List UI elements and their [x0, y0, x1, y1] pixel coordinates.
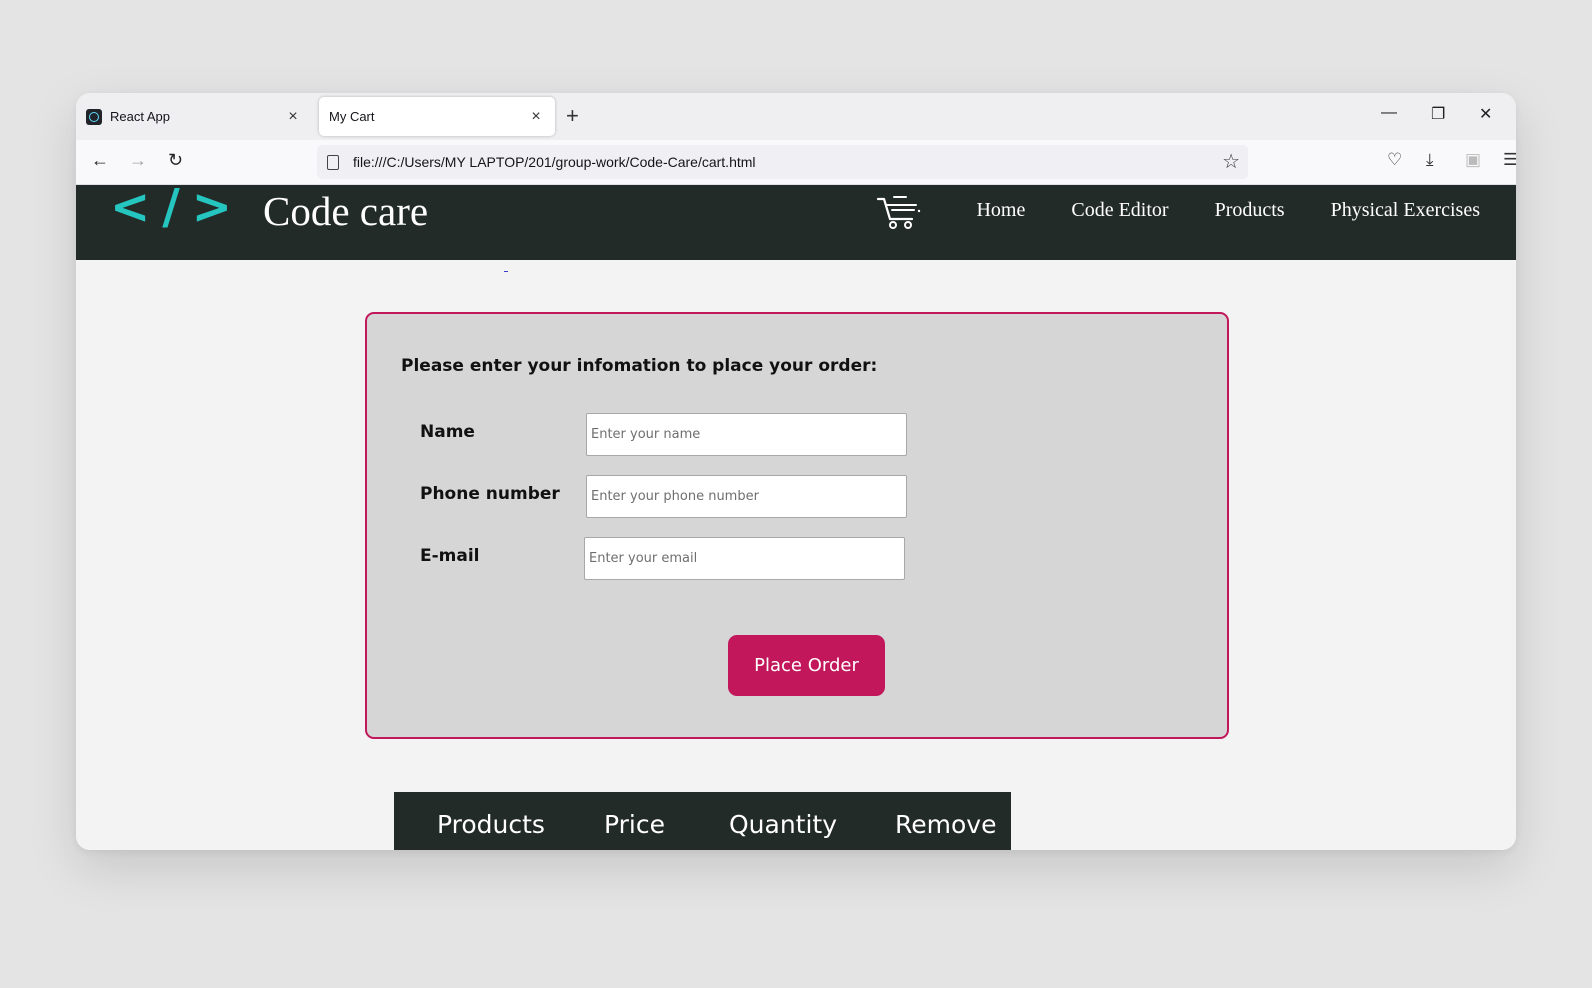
nav-link-home[interactable]: Home — [976, 199, 1025, 222]
new-tab-icon[interactable]: + — [566, 103, 579, 129]
restore-icon[interactable]: ❐ — [1431, 104, 1445, 124]
name-input[interactable] — [586, 413, 907, 456]
column-header-products: Products — [437, 810, 545, 839]
logo-code-icon[interactable]: </> — [110, 185, 244, 235]
minimize-icon[interactable]: — — [1381, 104, 1397, 122]
nav-link-products[interactable]: Products — [1215, 199, 1285, 222]
tab-close-icon[interactable]: × — [527, 108, 545, 126]
reload-icon[interactable]: ↻ — [168, 150, 183, 171]
nav-link-physical-exercises[interactable]: Physical Exercises — [1331, 199, 1480, 222]
name-label: Name — [420, 422, 475, 442]
url-bar[interactable]: file:///C:/Users/MY LAPTOP/201/group-wor… — [317, 145, 1248, 179]
column-header-quantity: Quantity — [729, 810, 838, 839]
page-content: </> Code care Home Code Editor Products … — [76, 185, 1516, 850]
order-form: Please enter your infomation to place yo… — [365, 312, 1229, 739]
divider — [504, 271, 508, 272]
menu-icon[interactable]: ☰ — [1503, 150, 1516, 170]
navigation-bar: ← → ↻ file:///C:/Users/MY LAPTOP/201/gro… — [76, 140, 1516, 185]
page-icon — [327, 154, 339, 170]
cart-table-header: Products Price Quantity Remove — [394, 792, 1011, 850]
cart-icon[interactable] — [876, 195, 922, 231]
react-favicon-icon — [86, 108, 102, 125]
phone-label: Phone number — [420, 484, 560, 504]
bookmark-star-icon[interactable]: ☆ — [1222, 149, 1240, 174]
tab-label: My Cart — [329, 109, 375, 124]
tab-react-app[interactable]: React App × — [76, 97, 312, 136]
download-icon[interactable]: ⤓ — [1426, 150, 1434, 170]
nav-link-code-editor[interactable]: Code Editor — [1071, 199, 1168, 222]
browser-window: React App × My Cart × + — ❐ ✕ ← → ↻ file… — [76, 93, 1516, 850]
tab-my-cart[interactable]: My Cart × — [319, 97, 555, 136]
extension-icon[interactable]: ▣ — [1465, 150, 1481, 170]
order-form-heading: Please enter your infomation to place yo… — [401, 356, 878, 376]
place-order-button[interactable]: Place Order — [728, 635, 885, 696]
close-window-icon[interactable]: ✕ — [1479, 104, 1492, 124]
site-header: </> Code care Home Code Editor Products … — [76, 185, 1516, 260]
forward-arrow-icon[interactable]: → — [129, 150, 147, 171]
column-header-remove: Remove — [895, 810, 997, 839]
email-label: E-mail — [420, 546, 480, 566]
phone-input[interactable] — [586, 475, 907, 518]
column-header-price: Price — [604, 810, 665, 839]
pocket-icon[interactable]: ♡ — [1387, 150, 1402, 170]
site-nav: Home Code Editor Products Physical Exerc… — [976, 199, 1480, 222]
tab-label: React App — [110, 109, 170, 124]
tab-strip: React App × My Cart × + — ❐ ✕ — [76, 93, 1516, 140]
back-arrow-icon[interactable]: ← — [91, 150, 109, 171]
url-text: file:///C:/Users/MY LAPTOP/201/group-wor… — [353, 154, 756, 170]
tab-close-icon[interactable]: × — [284, 108, 302, 126]
site-title: Code care — [263, 188, 429, 234]
email-input[interactable] — [584, 537, 905, 580]
